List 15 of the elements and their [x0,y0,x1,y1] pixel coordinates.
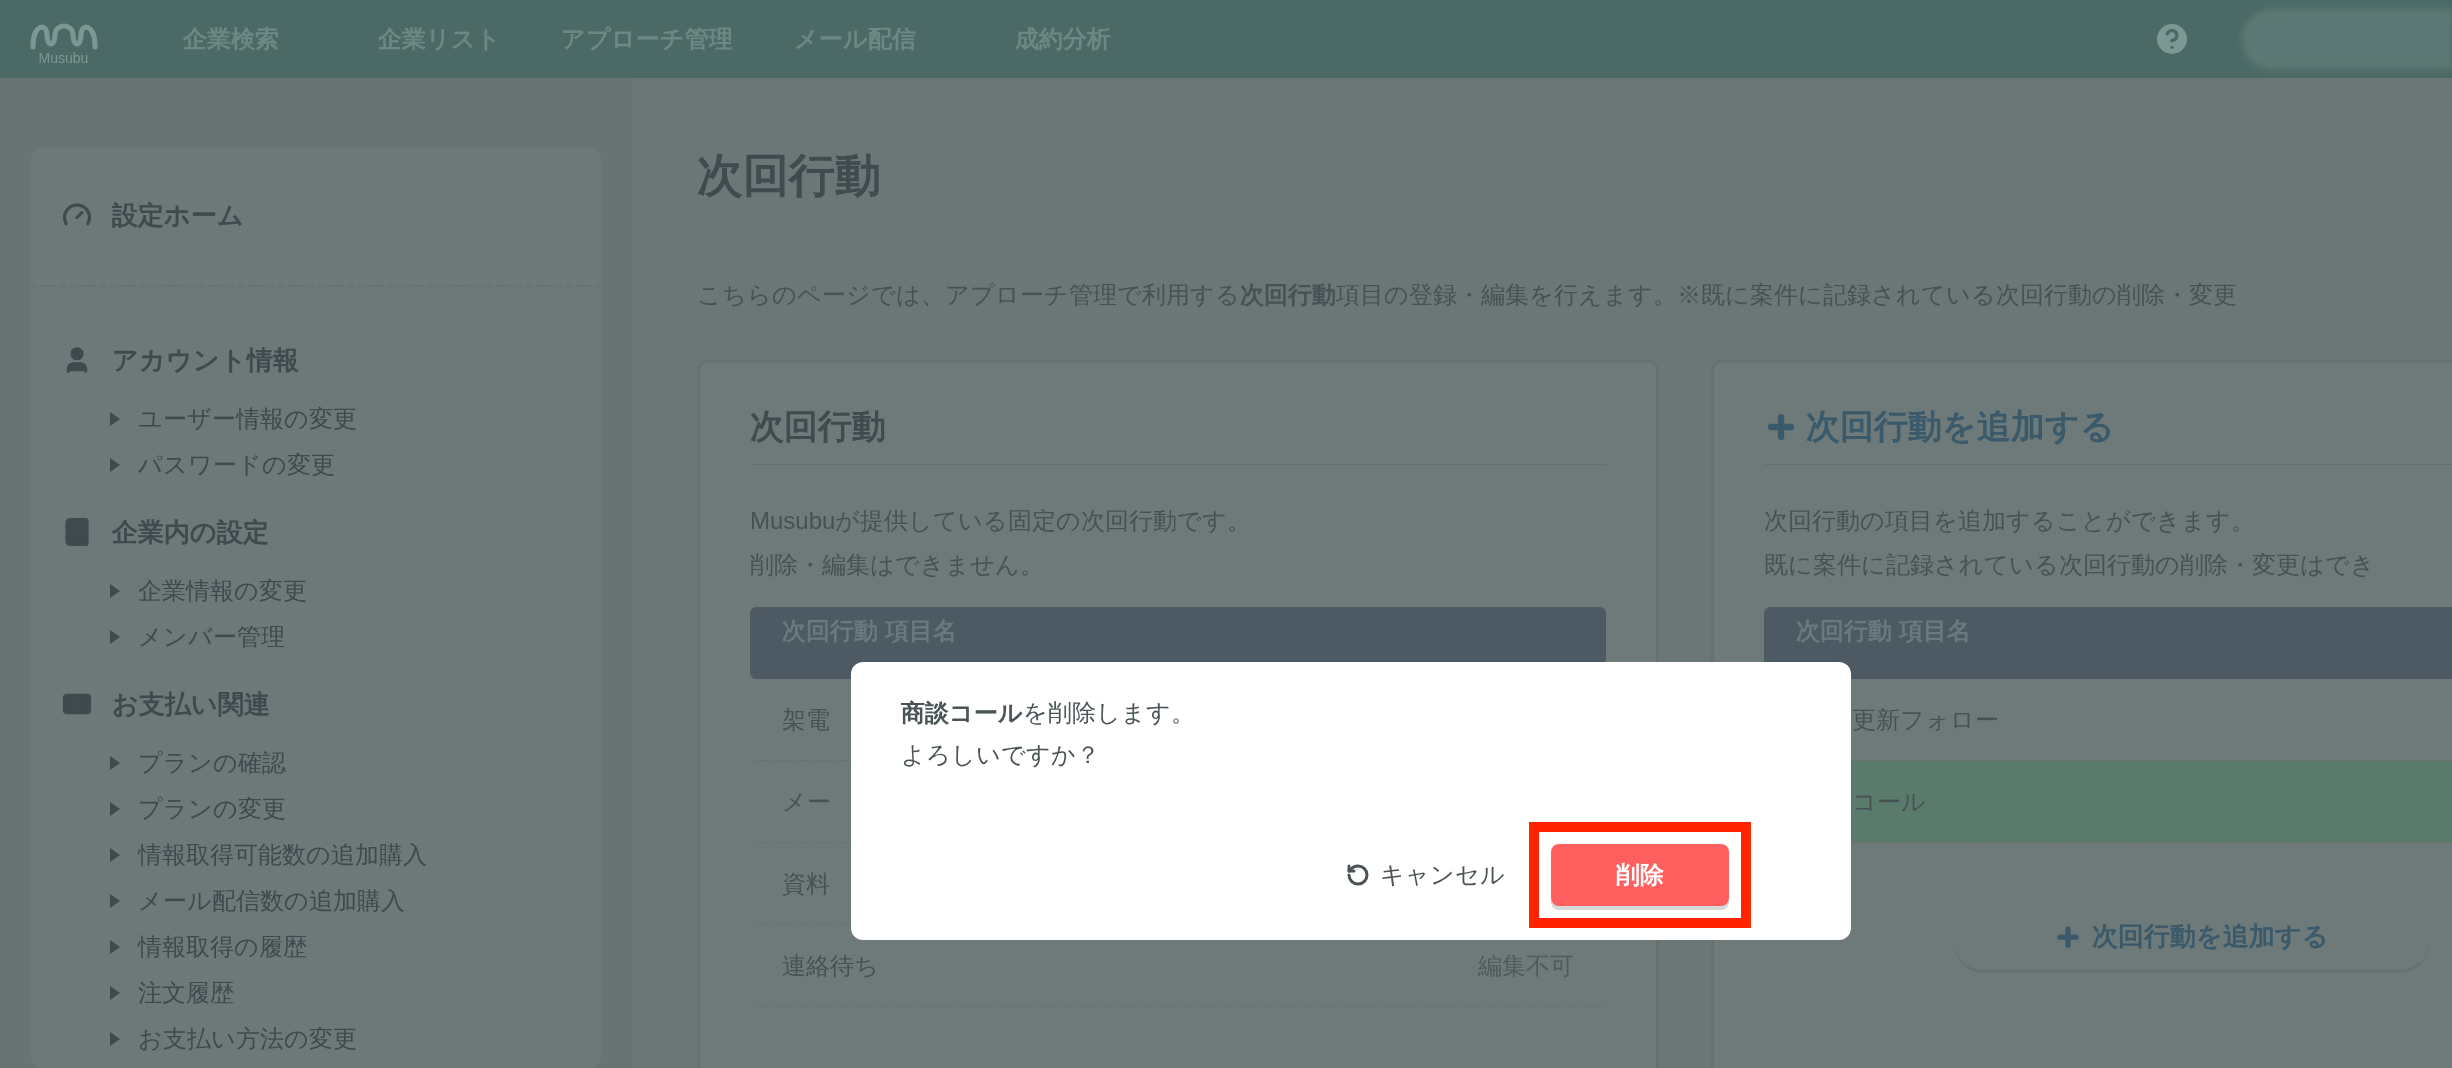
caret-icon [110,986,120,1000]
dialog-message: 商談コールを削除します。 [901,698,1196,728]
caret-icon [110,848,120,862]
caret-icon [110,630,120,644]
caret-icon [110,458,120,472]
caret-icon [110,412,120,426]
caret-icon [110,584,120,598]
undo-icon [1346,863,1370,887]
caret-icon [110,940,120,954]
caret-icon [110,894,120,908]
caret-icon [110,802,120,816]
dialog-message: よろしいですか？ [901,740,1101,770]
caret-icon [110,1032,120,1046]
caret-icon [110,756,120,770]
cancel-button[interactable]: キャンセル [1346,847,1505,903]
